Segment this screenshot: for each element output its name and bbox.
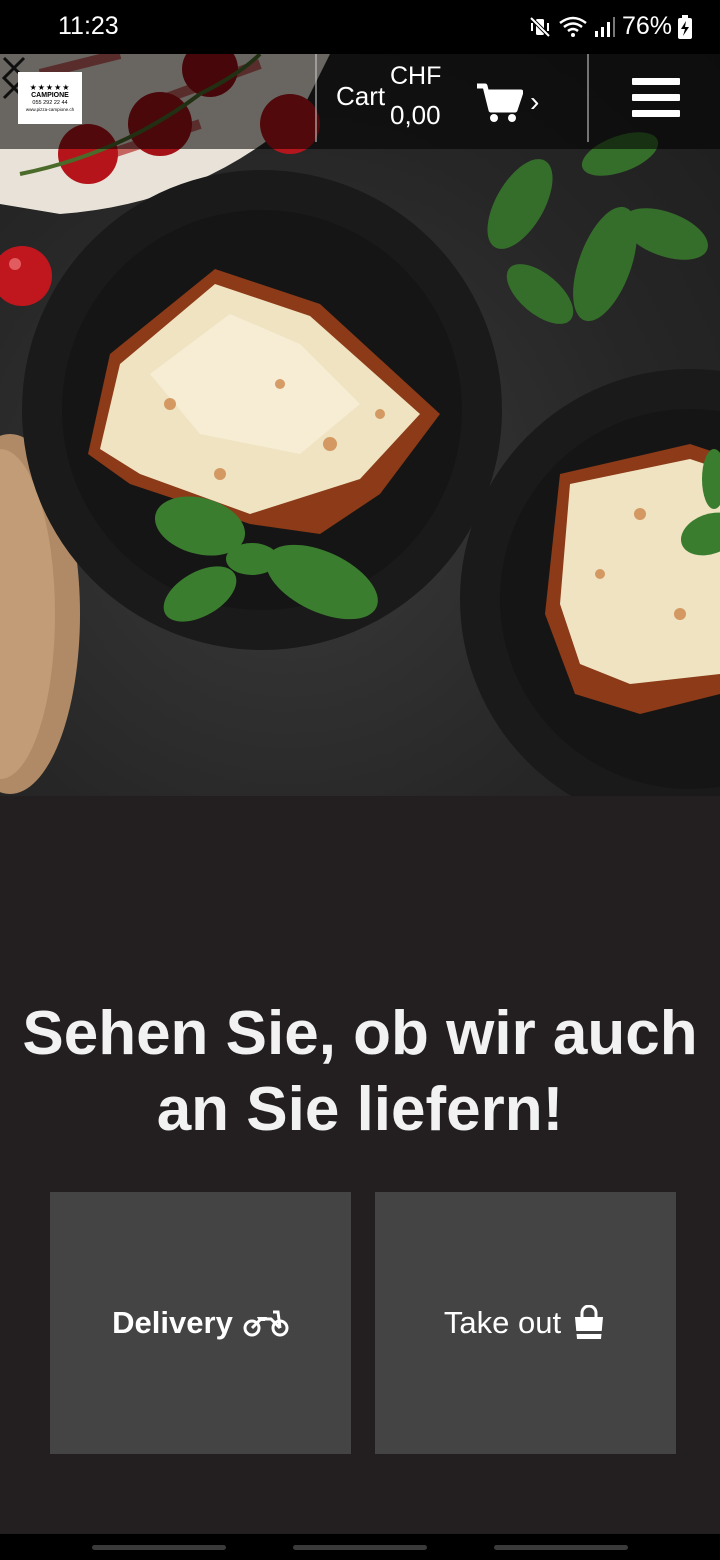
nav-home[interactable] [293,1545,427,1550]
system-navigation-bar [0,1534,720,1560]
battery-percent: 76% [621,12,672,40]
motorcycle-icon [243,1310,289,1337]
battery-charging-icon [678,14,692,39]
delivery-label: Delivery [112,1305,233,1340]
shopping-cart-icon [477,83,523,122]
nav-back[interactable] [494,1545,628,1550]
cart-label: Cart [336,81,386,111]
header-divider [587,54,589,142]
status-time: 11:23 [58,12,119,40]
status-bar: 11:23 76% [0,0,720,54]
cart-amount: 0,00 [390,100,441,130]
logo-phone: 055 292 22 44 [32,99,68,106]
restaurant-logo[interactable]: ★★★★★ CAMPIONE 055 292 22 44 www.pizza-c… [18,72,82,124]
lasagna-photo [0,54,720,796]
delivery-button[interactable]: Delivery [50,1192,351,1454]
logo-web: www.pizza-campione.ch [25,106,75,112]
menu-bar [632,78,680,85]
wifi-icon [559,16,587,37]
take-out-label: Take out [443,1305,562,1340]
hamburger-menu-button[interactable] [632,78,680,118]
header-divider [315,54,317,142]
delivery-check-section: Sehen Sie, ob wir auch an Sie liefern! D… [0,796,720,1534]
delivery-headline: Sehen Sie, ob wir auch an Sie liefern! [22,999,698,1144]
take-out-button[interactable]: Take out [375,1192,676,1454]
shopping-bag-icon [575,1305,604,1339]
mute-vibrate-icon [529,16,551,37]
hero-image[interactable] [0,54,720,796]
chevron-right-icon: › [530,86,540,117]
cart-currency: CHF [390,62,442,90]
logo-stars: ★★★★★ [29,82,71,92]
menu-bar [632,94,680,101]
status-icons: 76% [528,12,692,41]
nav-recent-apps[interactable] [92,1545,226,1550]
menu-bar [632,110,680,117]
logo-name: CAMPIONE [31,91,69,99]
signal-icon [594,16,615,37]
